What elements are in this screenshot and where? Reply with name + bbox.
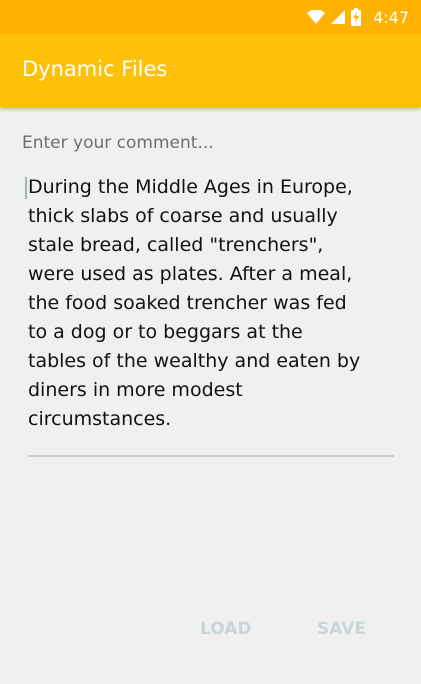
status-bar: 4:47	[0, 0, 421, 34]
app-title: Dynamic Files	[22, 57, 168, 81]
cellular-signal-icon	[331, 10, 346, 24]
comment-label: Enter your comment...	[22, 133, 214, 153]
wifi-icon	[307, 10, 326, 24]
text-cursor	[25, 177, 27, 199]
battery-charging-icon	[351, 8, 362, 26]
status-icons: 4:47	[307, 0, 409, 34]
comment-input[interactable]: During the Middle Ages in Europe, thick …	[28, 173, 398, 434]
save-button[interactable]: SAVE	[317, 613, 377, 645]
app-bar: Dynamic Files	[0, 34, 421, 107]
load-button[interactable]: LOAD	[200, 613, 260, 645]
status-time: 4:47	[373, 7, 409, 27]
input-underline	[28, 455, 394, 457]
